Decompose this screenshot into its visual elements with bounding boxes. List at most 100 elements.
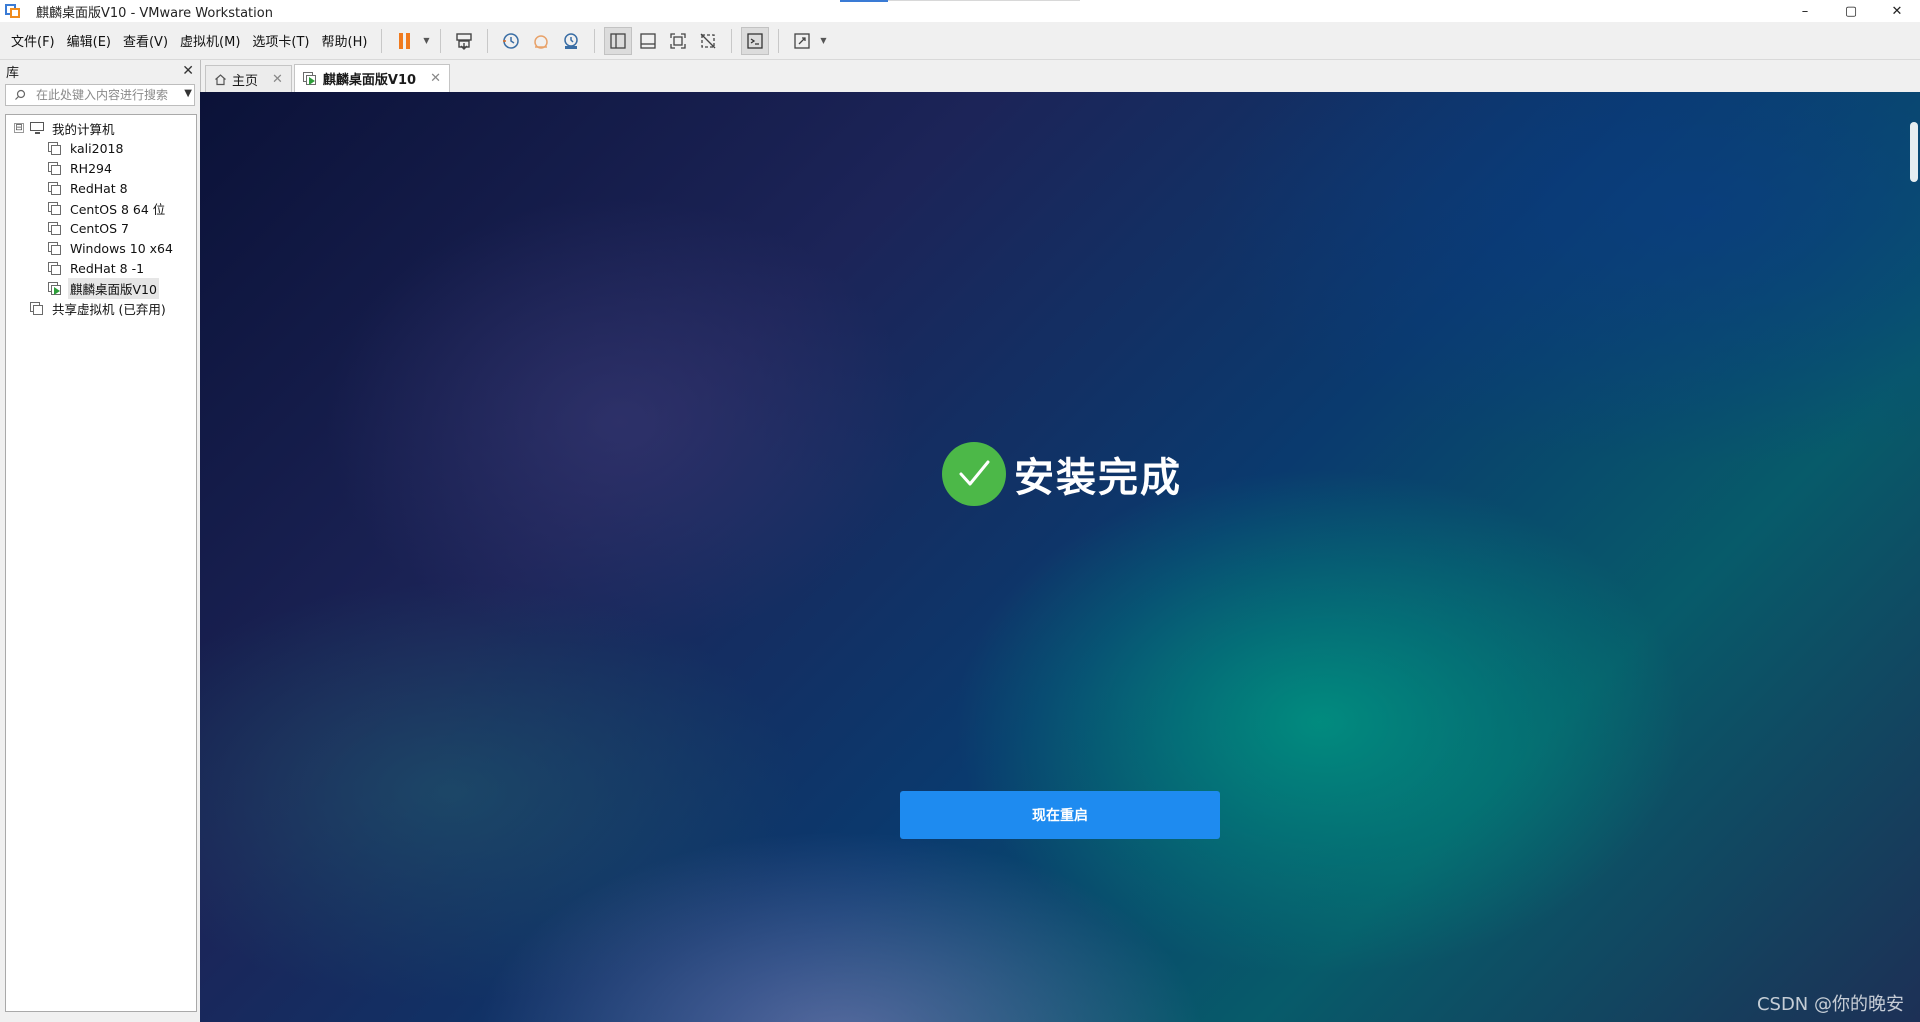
tree-item-vm[interactable]: kali2018 [6,138,196,158]
vmware-logo-icon [4,2,22,20]
toolbar-separator [594,28,596,53]
tree-item-vm[interactable]: CentOS 8 64 位 [6,198,196,218]
maximize-button[interactable]: ▢ [1828,0,1874,22]
tab-home[interactable]: 主页 ✕ [205,65,292,92]
vm-scrollbar[interactable] [1910,122,1918,182]
tree-item-vm[interactable]: RedHat 8 -1 [6,258,196,278]
tree-item-label: Windows 10 x64 [70,240,173,256]
tab-label: 主页 [232,73,259,89]
tree-item-shared-vms[interactable]: 共享虚拟机 (已弃用) [6,298,196,318]
toolbar-separator [487,28,489,53]
tree-item-label: RH294 [70,160,112,176]
tree-item-label: 共享虚拟机 (已弃用) [52,301,166,317]
stretch-icon [794,32,811,49]
vm-icon [48,261,62,275]
running-vm-icon [48,281,62,295]
snapshot-manager-icon [564,32,579,49]
tree-item-label: CentOS 7 [70,220,129,236]
toolbar-separator [381,28,383,53]
snapshot-button[interactable] [497,27,525,55]
toolbar-separator [731,28,733,53]
tree-item-label: 我的计算机 [52,121,115,137]
tree-item-my-computer[interactable]: ⊟ 我的计算机 [6,118,196,138]
tab-close-icon[interactable]: ✕ [430,71,441,86]
library-search-input[interactable] [36,88,186,102]
menu-tabs[interactable]: 选项卡(T) [246,27,315,55]
search-dropdown-caret-icon[interactable]: ▼ [184,88,192,99]
stretch-guest-button[interactable] [788,27,816,55]
vm-icon [48,241,62,255]
stretch-dropdown-caret[interactable]: ▼ [817,27,829,55]
title-accent-line [840,0,888,2]
tree-item-vm[interactable]: CentOS 7 [6,218,196,238]
show-library-button[interactable] [604,26,633,55]
tree-item-vm[interactable]: RedHat 8 [6,178,196,198]
library-tree: ⊟ 我的计算机 kali2018 RH294 RedHat 8 CentOS 8… [5,114,197,1012]
unity-mode-button[interactable] [694,27,722,55]
window-controls: – ▢ ✕ [1782,0,1920,22]
full-screen-icon [670,32,687,49]
install-complete-banner: 安装完成 [942,442,1182,506]
tree-item-vm[interactable]: RH294 [6,158,196,178]
library-header: 库 ✕ [0,60,200,82]
tab-bar: 主页 ✕ 麒麟桌面版V10 ✕ [200,60,1920,92]
library-layout-icon [610,32,627,49]
reboot-now-button[interactable]: 现在重启 [900,791,1220,839]
collapse-icon[interactable]: ⊟ [14,123,24,133]
pause-dropdown-caret[interactable]: ▼ [420,27,432,55]
vm-icon [48,221,62,235]
unity-mode-icon [700,33,716,48]
tab-kylin-v10[interactable]: 麒麟桌面版V10 ✕ [293,64,450,92]
vm-console[interactable]: 安装完成 现在重启 CSDN @你的晚安 [200,92,1920,1022]
library-title: 库 [6,65,20,81]
watermark: CSDN @你的晚安 [1756,994,1904,1015]
title-thin-line [888,0,1080,1]
running-vm-icon [302,72,317,85]
vm-icon [48,141,62,155]
title-bar: 麒麟桌面版V10 - VMware Workstation – ▢ ✕ [0,0,1920,22]
tree-item-label: CentOS 8 64 位 [70,201,166,217]
install-complete-title: 安装完成 [1014,455,1182,501]
tree-item-label: kali2018 [70,140,124,156]
menu-vm[interactable]: 虚拟机(M) [174,27,246,55]
console-view-button[interactable] [741,26,770,55]
tree-item-label: RedHat 8 -1 [70,260,145,276]
vm-icon [48,201,62,215]
revert-snapshot-icon [534,34,549,49]
menu-view[interactable]: 查看(V) [117,27,174,55]
tab-close-icon[interactable]: ✕ [272,72,283,87]
window-title: 麒麟桌面版V10 - VMware Workstation [36,5,273,21]
thumbnail-layout-icon [640,32,657,49]
menu-toolbar: 文件(F) 编辑(E) 查看(V) 虚拟机(M) 选项卡(T) 帮助(H) ▼ … [0,22,1920,60]
tree-item-vm-selected[interactable]: 麒麟桌面版V10 [6,277,196,299]
send-keys-icon [456,32,473,50]
pause-button[interactable] [391,27,419,55]
library-close-icon[interactable]: ✕ [182,63,194,79]
library-panel: 库 ✕ ▼ ⊟ 我的计算机 kali2018 RH294 RedHat 8 Ce… [0,60,200,1022]
shared-vm-icon [30,301,44,315]
close-window-button[interactable]: ✕ [1874,0,1920,22]
search-icon [15,89,26,100]
pause-icon [399,32,411,49]
send-ctrl-alt-del-button[interactable] [450,27,478,55]
menu-help[interactable]: 帮助(H) [316,27,374,55]
menu-file[interactable]: 文件(F) [5,27,61,55]
toolbar-separator [778,28,780,53]
vm-icon [48,181,62,195]
full-screen-button[interactable] [664,27,692,55]
check-icon [942,442,1006,506]
tab-label: 麒麟桌面版V10 [322,73,417,88]
tree-item-label: 麒麟桌面版V10 [68,277,159,299]
snapshot-manager-button[interactable] [557,27,585,55]
tree-item-vm[interactable]: Windows 10 x64 [6,238,196,258]
vm-icon [48,161,62,175]
show-thumbnail-bar-button[interactable] [634,27,662,55]
minimize-button[interactable]: – [1782,0,1828,22]
toolbar-separator [440,28,442,53]
revert-snapshot-button[interactable] [527,27,555,55]
home-icon [215,73,226,85]
tree-item-label: RedHat 8 [70,180,128,196]
terminal-icon [747,32,764,49]
library-search-box[interactable]: ▼ [5,84,195,106]
menu-edit[interactable]: 编辑(E) [61,27,117,55]
